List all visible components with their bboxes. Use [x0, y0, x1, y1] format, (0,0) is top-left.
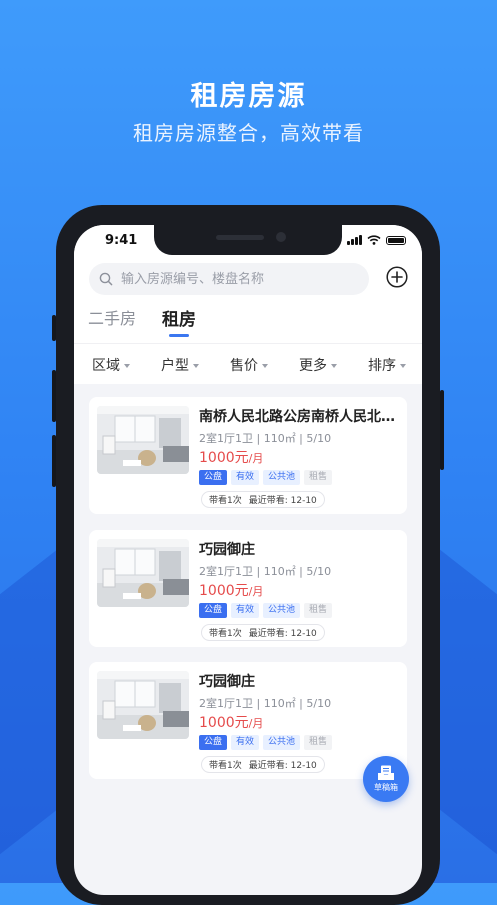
phone-volume-up [52, 370, 56, 422]
visit-count: 带看1次 [209, 629, 242, 639]
listing-card[interactable]: 巧园御庄 2室1厅1卫 | 110㎡ | 5/10 1000元/月 公盘 有效 … [89, 530, 407, 647]
chevron-down-icon [193, 363, 199, 368]
filter-sort[interactable]: 排序 [368, 355, 406, 375]
draft-box-button[interactable]: 草稿箱 [363, 756, 409, 802]
price-value: 1000元 [199, 583, 249, 599]
tab-second-hand[interactable]: 二手房 [88, 305, 136, 329]
tag-valid: 有效 [231, 470, 260, 485]
notch-speaker [216, 235, 264, 240]
tag-public: 公盘 [199, 735, 228, 750]
price-value: 1000元 [199, 450, 249, 466]
visit-summary: 带看1次 最近带看: 12-10 [201, 491, 325, 508]
price-unit: /月 [248, 585, 264, 598]
tag-rent-sale: 租售 [304, 735, 333, 750]
listing-tags: 公盘 有效 公共池 租售 [199, 603, 333, 618]
price-value: 1000元 [199, 715, 249, 731]
filter-price[interactable]: 售价 [230, 355, 268, 375]
filter-label: 更多 [299, 358, 327, 374]
tag-valid: 有效 [231, 735, 260, 750]
tag-rent-sale: 租售 [304, 470, 333, 485]
filter-label: 排序 [368, 358, 396, 374]
visit-summary: 带看1次 最近带看: 12-10 [201, 624, 325, 641]
cellular-signal-icon [347, 235, 362, 245]
chevron-down-icon [331, 363, 337, 368]
filter-label: 售价 [230, 358, 258, 374]
listing-photo [97, 539, 189, 607]
visit-count: 带看1次 [209, 761, 242, 771]
listing-spec: 2室1厅1卫 | 110㎡ | 5/10 [199, 565, 332, 578]
chevron-down-icon [262, 363, 268, 368]
status-time: 9:41 [105, 233, 138, 248]
filter-label: 区域 [92, 358, 120, 374]
filter-area[interactable]: 区域 [92, 355, 130, 375]
listing-spec: 2室1厅1卫 | 110㎡ | 5/10 [199, 697, 332, 710]
search-box[interactable] [89, 263, 369, 295]
listing-title: 巧园御庄 [199, 542, 255, 558]
add-listing-icon[interactable] [386, 266, 408, 288]
app-screen: 9:41 输入房源编号、楼盘名称 二手房 租房 区域 户型 售价 更多 排序 南… [74, 225, 422, 895]
listing-photo [97, 671, 189, 739]
draft-box-label: 草稿箱 [374, 783, 398, 792]
listing-title: 南桥人民北路公房南桥人民北路公房 [199, 409, 397, 425]
wifi-icon [367, 235, 381, 245]
tag-public-pool: 公共池 [263, 470, 301, 485]
listing-price: 1000元/月 [199, 447, 263, 467]
chevron-down-icon [124, 363, 130, 368]
filter-label: 户型 [161, 358, 189, 374]
tag-public: 公盘 [199, 603, 228, 618]
search-input[interactable] [119, 270, 363, 288]
promo-subtitle: 租房房源整合，高效带看 [133, 121, 364, 145]
filter-layout[interactable]: 户型 [161, 355, 199, 375]
phone-volume-down [52, 435, 56, 487]
listing-title: 巧园御庄 [199, 674, 255, 690]
last-visit: 最近带看: 12-10 [248, 761, 317, 771]
phone-frame: 9:41 输入房源编号、楼盘名称 二手房 租房 区域 户型 售价 更多 排序 南… [52, 205, 444, 905]
filter-bar: 区域 户型 售价 更多 排序 [74, 343, 422, 384]
active-tab-indicator [169, 334, 189, 337]
last-visit: 最近带看: 12-10 [248, 496, 317, 506]
listing-price: 1000元/月 [199, 712, 263, 732]
listing-list: 南桥人民北路公房南桥人民北路公房 2室1厅1卫 | 110㎡ | 5/10 10… [74, 383, 422, 895]
phone-power-button [440, 390, 444, 470]
listing-photo [97, 406, 189, 474]
phone-notch [154, 225, 342, 255]
tag-rent-sale: 租售 [304, 603, 333, 618]
price-unit: /月 [248, 717, 264, 730]
promo-title: 租房房源 [190, 81, 307, 112]
listing-tags: 公盘 有效 公共池 租售 [199, 470, 333, 485]
tag-public-pool: 公共池 [263, 603, 301, 618]
filter-more[interactable]: 更多 [299, 355, 337, 375]
listing-card[interactable]: 巧园御庄 2室1厅1卫 | 110㎡ | 5/10 1000元/月 公盘 有效 … [89, 662, 407, 779]
visit-summary: 带看1次 最近带看: 12-10 [201, 756, 325, 773]
tag-valid: 有效 [231, 603, 260, 618]
notch-camera [276, 232, 286, 242]
last-visit: 最近带看: 12-10 [248, 629, 317, 639]
search-icon [99, 272, 113, 286]
draft-box-icon [378, 765, 394, 780]
phone-mute-switch [52, 315, 56, 341]
listing-type-tabs: 二手房 租房 [74, 299, 422, 343]
tab-rental[interactable]: 租房 [162, 305, 196, 330]
status-icons [347, 235, 406, 245]
visit-count: 带看1次 [209, 496, 242, 506]
tag-public-pool: 公共池 [263, 735, 301, 750]
price-unit: /月 [248, 452, 264, 465]
chevron-down-icon [400, 363, 406, 368]
battery-icon [386, 235, 406, 245]
tag-public: 公盘 [199, 470, 228, 485]
listing-tags: 公盘 有效 公共池 租售 [199, 735, 333, 750]
listing-card[interactable]: 南桥人民北路公房南桥人民北路公房 2室1厅1卫 | 110㎡ | 5/10 10… [89, 397, 407, 514]
listing-price: 1000元/月 [199, 580, 263, 600]
listing-spec: 2室1厅1卫 | 110㎡ | 5/10 [199, 432, 332, 445]
